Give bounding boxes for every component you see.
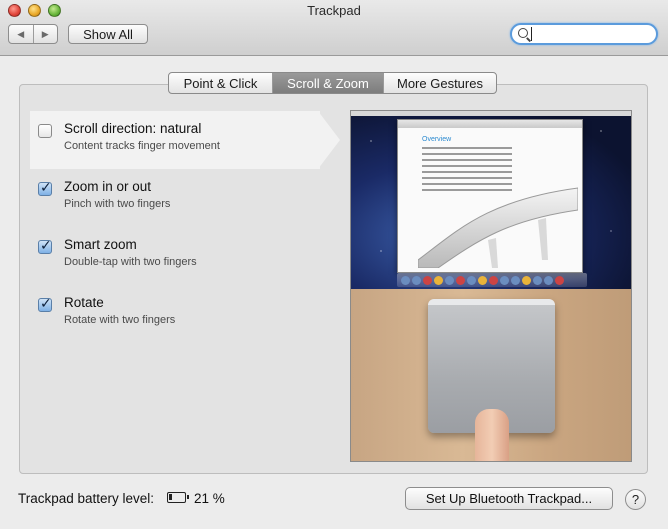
option-rotate[interactable]: ✓ Rotate Rotate with two fingers — [38, 295, 318, 335]
option-title: Zoom in or out — [64, 179, 152, 194]
option-title: Smart zoom — [64, 237, 137, 252]
show-all-button[interactable]: Show All — [68, 24, 148, 44]
battery-percent: 21 % — [194, 491, 225, 506]
preview-desk — [351, 289, 631, 461]
preview-document-titlebar — [398, 120, 582, 128]
tab-point-and-click[interactable]: Point & Click — [169, 73, 272, 93]
option-title: Scroll direction: natural — [64, 121, 202, 136]
checkmark-icon: ✓ — [40, 179, 52, 195]
option-smart-zoom[interactable]: ✓ Smart zoom Double-tap with two fingers — [38, 237, 318, 277]
option-subtitle: Pinch with two fingers — [64, 198, 171, 210]
tab-scroll-and-zoom[interactable]: Scroll & Zoom — [272, 73, 383, 93]
option-subtitle: Double-tap with two fingers — [64, 256, 197, 268]
preferences-window: Trackpad ◀ ▶ Show All Point & Click Scro… — [0, 0, 668, 529]
selected-option-pointer — [318, 111, 340, 169]
search-icon — [518, 28, 528, 38]
battery-level-label: Trackpad battery level: — [18, 491, 155, 506]
help-button[interactable]: ? — [625, 489, 646, 510]
back-forward-control: ◀ ▶ — [8, 24, 58, 44]
option-subtitle: Rotate with two fingers — [64, 314, 176, 326]
text-caret — [531, 27, 532, 41]
option-scroll-direction[interactable]: Scroll direction: natural Content tracks… — [38, 121, 318, 161]
back-button[interactable]: ◀ — [9, 25, 33, 43]
zoom-in-out-checkbox[interactable]: ✓ — [38, 179, 52, 196]
chevron-right-icon: ▶ — [41, 28, 49, 39]
chevron-left-icon: ◀ — [17, 28, 25, 39]
option-subtitle: Content tracks finger movement — [64, 140, 220, 152]
setup-bluetooth-trackpad-button[interactable]: Set Up Bluetooth Trackpad... — [405, 487, 613, 510]
preview-document-heading: Overview — [422, 136, 452, 143]
smart-zoom-checkbox[interactable]: ✓ — [38, 237, 52, 254]
preview-document-window: Overview — [397, 119, 583, 273]
preview-menubar — [351, 111, 631, 116]
option-title: Rotate — [64, 295, 104, 310]
preview-screen: Overview — [351, 111, 631, 289]
battery-icon — [167, 492, 189, 503]
title-toolbar: Trackpad ◀ ▶ Show All — [0, 0, 668, 56]
checkmark-icon: ✓ — [40, 237, 52, 253]
window-title: Trackpad — [307, 3, 361, 18]
preview-dock — [397, 273, 587, 287]
tab-bar: Point & Click Scroll & Zoom More Gesture… — [168, 72, 497, 94]
bridge-photo — [418, 187, 578, 268]
battery-fill — [169, 494, 172, 500]
rotate-checkbox[interactable]: ✓ — [38, 295, 52, 312]
option-zoom-in-out[interactable]: ✓ Zoom in or out Pinch with two fingers — [38, 179, 318, 219]
scroll-direction-checkbox[interactable] — [38, 124, 52, 138]
forward-button[interactable]: ▶ — [32, 25, 58, 43]
tab-more-gestures[interactable]: More Gestures — [383, 73, 496, 93]
finger-image — [475, 409, 509, 461]
gesture-preview-video: Overview — [350, 110, 632, 462]
search-field[interactable] — [510, 23, 658, 45]
checkmark-icon: ✓ — [40, 295, 52, 311]
